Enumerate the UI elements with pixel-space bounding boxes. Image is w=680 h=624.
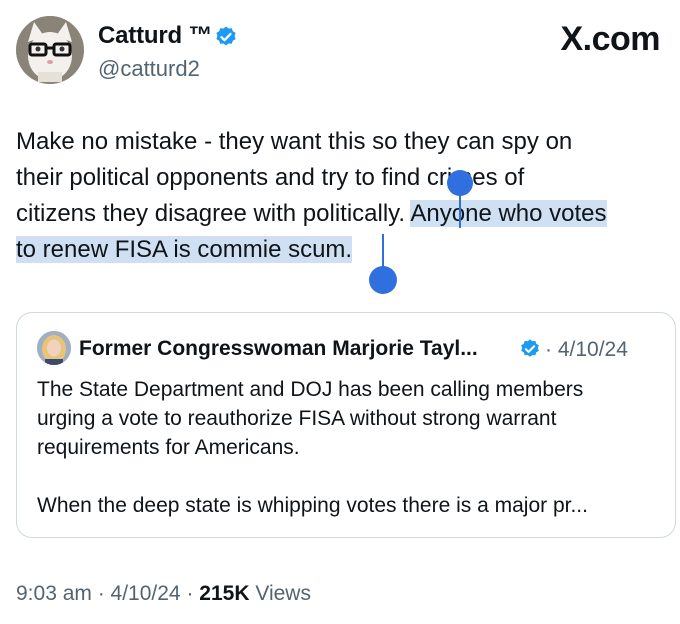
quoted-date[interactable]: · 4/10/24 xyxy=(545,338,628,362)
quoted-text: The State Department and DOJ has been ca… xyxy=(37,375,657,520)
quoted-line-4: When the deep state is whipping votes th… xyxy=(37,494,588,517)
views-label: Views xyxy=(249,582,311,605)
selection-end-caret[interactable] xyxy=(382,234,384,270)
cat-avatar-icon xyxy=(16,16,84,84)
verified-badge-icon xyxy=(216,26,236,46)
quoted-author-avatar[interactable] xyxy=(37,331,71,365)
timestamp[interactable]: 9:03 am · 4/10/24 · xyxy=(16,582,199,605)
author-handle[interactable]: @catturd2 xyxy=(98,56,200,82)
verified-badge-icon xyxy=(521,339,539,357)
tweet-line-2: their political opponents and try to fin… xyxy=(16,164,525,191)
tweet-line-3-unselected: citizens they disagree with politically. xyxy=(16,200,411,227)
views-count: 215K xyxy=(199,582,250,605)
selected-text-line-4: to renew FISA is commie scum. xyxy=(16,236,353,263)
quoted-tweet-card[interactable]: Former Congresswoman Marjorie Tayl... · … xyxy=(16,312,676,538)
tweet-metadata: 9:03 am · 4/10/24 · 215K Views xyxy=(16,582,311,606)
tweet-line-3: citizens they disagree with politically.… xyxy=(16,196,676,232)
selection-end-handle[interactable] xyxy=(369,266,397,294)
person-avatar-icon xyxy=(37,331,71,365)
selected-text: Anyone who votes xyxy=(410,200,607,227)
author-avatar[interactable] xyxy=(16,16,84,84)
quoted-line-2: urging a vote to reauthorize FISA withou… xyxy=(37,407,557,430)
tweet-text[interactable]: Make no mistake - they want this so they… xyxy=(16,124,676,268)
tweet-line-4: to renew FISA is commie scum. xyxy=(16,232,676,268)
selection-start-handle[interactable] xyxy=(447,170,473,196)
quoted-author-name[interactable]: Former Congresswoman Marjorie Tayl... xyxy=(79,337,478,361)
tweet-line-1: Make no mistake - they want this so they… xyxy=(16,128,573,155)
quoted-line-3: requirements for Americans. xyxy=(37,436,300,459)
x-logo: X.com xyxy=(560,20,660,58)
quoted-line-1: The State Department and DOJ has been ca… xyxy=(37,378,584,401)
tweet-header: Catturd ™ @catturd2 X.com xyxy=(0,0,680,110)
author-display-name[interactable]: Catturd ™ xyxy=(98,22,212,50)
